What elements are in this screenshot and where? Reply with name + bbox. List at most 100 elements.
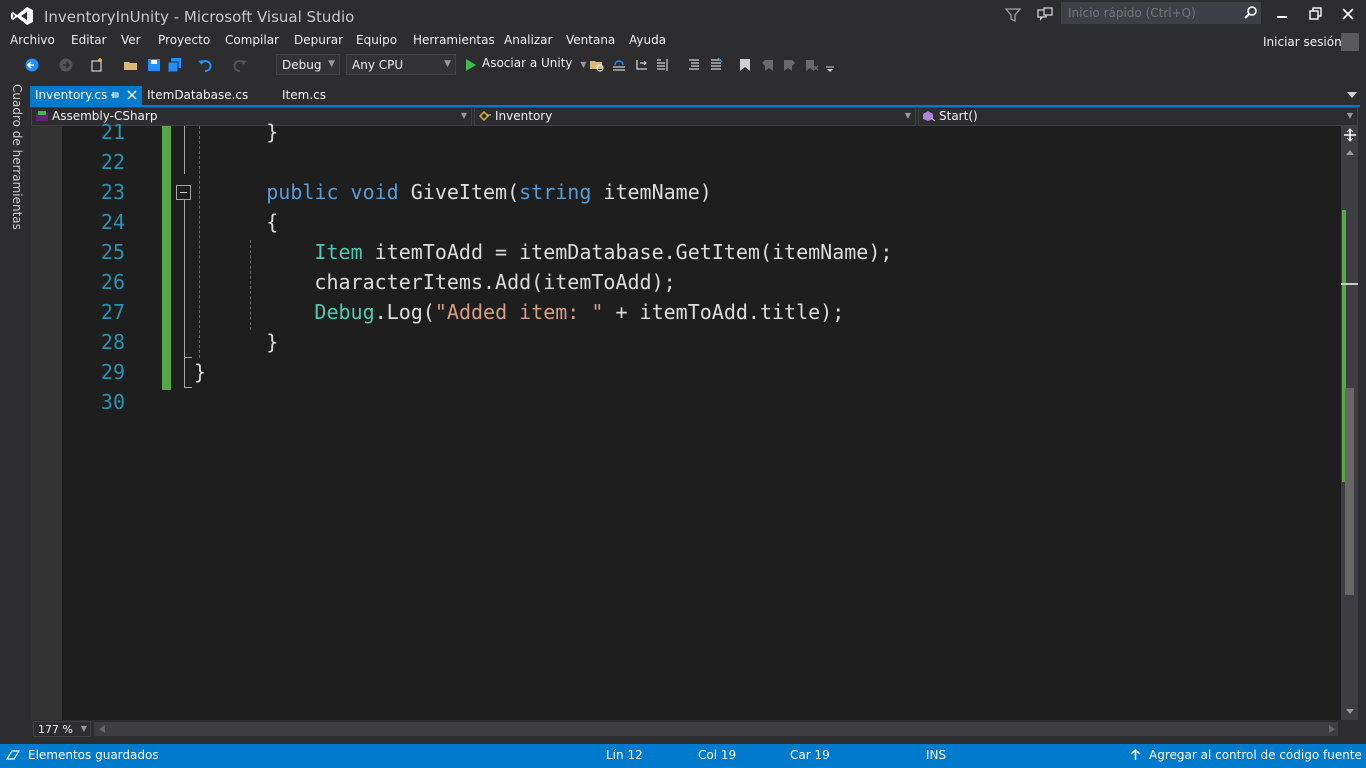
configuration-value: Debug: [282, 58, 322, 72]
undo-icon[interactable]: [197, 57, 213, 73]
tab-item-cs[interactable]: Item.cs: [277, 86, 331, 105]
line-number: 26: [100, 270, 125, 294]
next-bookmark-icon[interactable]: [781, 57, 797, 73]
arrow-up-icon[interactable]: [1130, 749, 1141, 761]
chevron-down-icon: ▼: [444, 59, 451, 69]
menu-editar[interactable]: Editar: [71, 33, 107, 47]
previous-bookmark-icon[interactable]: [760, 57, 776, 73]
type-dropdown[interactable]: Inventory ▼: [474, 107, 916, 126]
member-name: Start(): [939, 109, 978, 123]
collapse-region-icon[interactable]: [176, 185, 191, 200]
tab-label: Item.cs: [282, 88, 326, 102]
chevron-down-icon: ▼: [580, 60, 587, 69]
code-token: itemToAdd = itemDatabase.GetItem(itemNam…: [362, 240, 893, 264]
uncomment-lines-icon[interactable]: [708, 57, 724, 73]
menu-proyecto[interactable]: Proyecto: [158, 33, 210, 47]
scroll-down-icon[interactable]: [1345, 708, 1355, 716]
horizontal-scrollbar[interactable]: [94, 722, 1338, 736]
close-tab-icon[interactable]: [126, 89, 138, 101]
step-over-icon[interactable]: [611, 57, 627, 73]
menu-depurar[interactable]: Depurar: [294, 33, 343, 47]
attach-to-unity-label: Asociar a Unity: [482, 56, 573, 70]
chevron-down-icon: ▼: [80, 724, 87, 733]
attach-to-unity-button[interactable]: Asociar a Unity ▼: [462, 56, 587, 74]
code-line[interactable]: public void GiveItem(string itemName): [194, 180, 712, 204]
code-line[interactable]: {: [194, 210, 278, 234]
tab-overflow-icon[interactable]: [1346, 91, 1358, 99]
window-title: InventoryInUnity - Microsoft Visual Stud…: [44, 8, 355, 26]
pin-icon[interactable]: [110, 89, 120, 101]
chevron-down-icon: ▼: [904, 111, 911, 120]
outline-guide-end: [184, 387, 192, 388]
navigate-back-icon[interactable]: [24, 57, 40, 73]
toolbar-options-icon[interactable]: [822, 57, 838, 73]
code-line[interactable]: }: [194, 360, 206, 384]
navigate-forward-icon[interactable]: [58, 57, 74, 73]
menu-ventana[interactable]: Ventana: [566, 33, 615, 47]
code-token: Debug: [314, 300, 375, 324]
feedback-icon[interactable]: [1036, 6, 1054, 24]
scroll-right-icon[interactable]: [1328, 725, 1336, 733]
tab-label: ItemDatabase.cs: [147, 88, 249, 102]
items-saved-icon: [6, 750, 20, 760]
search-icon[interactable]: [1244, 5, 1258, 19]
add-to-source-control-button[interactable]: Agregar al control de código fuente: [1149, 748, 1362, 762]
code-line[interactable]: characterItems.Add(itemToAdd);: [194, 270, 675, 294]
menu-herramientas[interactable]: Herramientas: [413, 33, 495, 47]
menu-ayuda[interactable]: Ayuda: [629, 33, 666, 47]
save-icon[interactable]: [146, 57, 162, 73]
menu-analizar[interactable]: Analizar: [504, 33, 552, 47]
outline-guide: [184, 200, 185, 388]
close-icon[interactable]: [1338, 6, 1358, 22]
toolbox-tab[interactable]: Cuadro de herramientas: [10, 84, 24, 230]
zoom-level: 177 %: [38, 723, 73, 736]
restore-icon[interactable]: [1306, 6, 1326, 22]
menu-archivo[interactable]: Archivo: [10, 33, 55, 47]
status-line: Lín 12: [606, 748, 643, 762]
new-project-icon[interactable]: [89, 57, 105, 73]
step-out-icon[interactable]: [655, 57, 671, 73]
notification-filter-icon[interactable]: [1004, 6, 1022, 24]
save-all-icon[interactable]: [167, 57, 183, 73]
clear-bookmarks-icon[interactable]: [803, 57, 819, 73]
zoom-select[interactable]: 177 % ▼: [33, 721, 91, 737]
code-line[interactable]: Item itemToAdd = itemDatabase.GetItem(it…: [194, 240, 892, 264]
signin-link[interactable]: Iniciar sesión: [1263, 35, 1342, 49]
platform-select[interactable]: Any CPU ▼: [346, 54, 456, 75]
avatar[interactable]: [1341, 33, 1359, 51]
status-message: Elementos guardados: [28, 748, 159, 762]
comment-lines-icon[interactable]: [686, 57, 702, 73]
menu-equipo[interactable]: Equipo: [356, 33, 397, 47]
status-char: Car 19: [790, 748, 830, 762]
tab-itemdatabase-cs[interactable]: ItemDatabase.cs: [142, 86, 253, 105]
open-folder-icon[interactable]: [123, 57, 139, 73]
quick-launch-input[interactable]: [1061, 2, 1261, 24]
configuration-select[interactable]: Debug ▼: [276, 54, 340, 75]
code-token: public: [266, 180, 339, 204]
redo-icon[interactable]: [232, 57, 248, 73]
step-into-icon[interactable]: [634, 57, 650, 73]
line-number: 28: [100, 330, 125, 354]
minimize-icon[interactable]: [1272, 6, 1292, 22]
menu-compilar[interactable]: Compilar: [225, 33, 279, 47]
line-number: 21: [100, 120, 125, 144]
status-insert-mode[interactable]: INS: [926, 748, 946, 762]
code-token: {: [266, 210, 279, 234]
menu-ver[interactable]: Ver: [121, 33, 141, 47]
bookmark-icon[interactable]: [737, 57, 753, 73]
csharp-project-icon: [36, 111, 48, 121]
code-line[interactable]: }: [194, 330, 278, 354]
code-line[interactable]: }: [194, 120, 278, 144]
scrollbar-thumb[interactable]: [1345, 388, 1354, 595]
split-window-icon[interactable]: [1343, 128, 1357, 142]
member-dropdown[interactable]: Start() ▼: [918, 107, 1358, 126]
find-in-files-icon[interactable]: [589, 57, 605, 73]
scroll-left-icon[interactable]: [98, 725, 106, 733]
scroll-up-icon[interactable]: [1345, 148, 1355, 156]
glyph-margin[interactable]: [31, 126, 62, 720]
code-line[interactable]: Debug.Log("Added item: " + itemToAdd.tit…: [194, 300, 844, 324]
